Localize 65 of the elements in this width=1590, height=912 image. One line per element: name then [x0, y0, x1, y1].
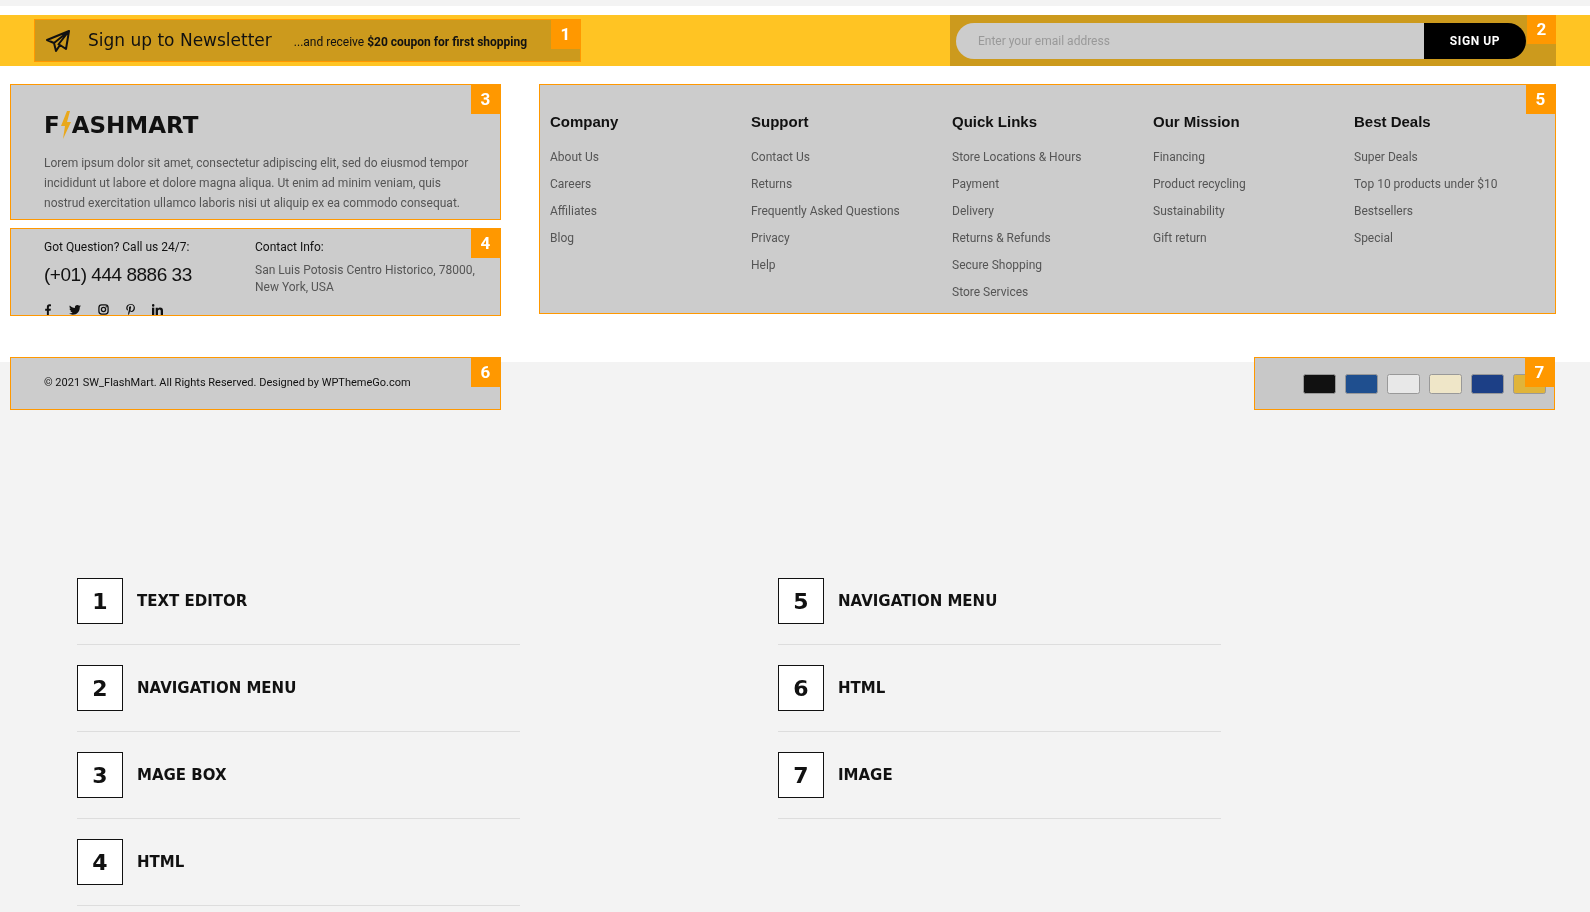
phone-number: (+01) 444 8886 33 — [44, 263, 193, 287]
legend-number-box: 7 — [778, 752, 824, 798]
linkedin-icon[interactable] — [152, 304, 163, 315]
widget-number-badge: 2 — [1527, 15, 1556, 44]
legend-number-box: 6 — [778, 665, 824, 711]
menu-link[interactable]: Affiliates — [550, 201, 597, 220]
sign-up-button[interactable]: SIGN UP — [1424, 22, 1526, 59]
contact-info-label: Contact Info: — [255, 239, 325, 256]
pinterest-icon[interactable] — [126, 303, 135, 315]
menu-heading: Support — [751, 112, 810, 132]
menu-link[interactable]: Payment — [952, 174, 1000, 193]
menu-link[interactable]: Privacy — [751, 228, 790, 247]
widget-number-badge: 5 — [1526, 85, 1555, 114]
menu-link[interactable]: Bestsellers — [1354, 201, 1413, 220]
menu-link[interactable]: Blog — [550, 228, 574, 247]
widget-number-badge: 4 — [471, 229, 500, 258]
copyright-text: © 2021 SW_FlashMart. All Rights Reserved. Designed by WPThemeGo.com — [44, 375, 411, 392]
menu-link[interactable]: Store Locations & Hours — [952, 147, 1082, 166]
widget-number-badge: 1 — [551, 20, 580, 49]
menu-heading: Our Mission — [1153, 112, 1241, 132]
menu-heading: Company — [550, 112, 620, 132]
paper-plane-icon — [45, 28, 71, 53]
legend-number-box: 2 — [77, 665, 123, 711]
menu-link[interactable]: Help — [751, 255, 776, 274]
bird-icon[interactable] — [69, 304, 81, 315]
newsletter-subtitle: ...and receive $20 coupon for first shopping — [293, 33, 528, 51]
menu-link[interactable]: Top 10 products under $10 — [1354, 174, 1498, 193]
legend-label: NAVIGATION MENU — [137, 677, 297, 699]
menu-link[interactable]: Product recycling — [1153, 174, 1246, 193]
menu-link[interactable]: Store Services — [952, 282, 1029, 301]
menu-link[interactable]: Secure Shopping — [952, 255, 1043, 274]
legend-number-box: 4 — [77, 839, 123, 885]
legend-number-box: 5 — [778, 578, 824, 624]
menu-link[interactable]: Contact Us — [751, 147, 810, 166]
menu-link[interactable]: Delivery — [952, 201, 995, 220]
menu-heading: Quick Links — [952, 112, 1039, 132]
legend-label: NAVIGATION MENU — [838, 590, 998, 612]
instagram-icon[interactable] — [98, 304, 109, 315]
menu-link[interactable]: Super Deals — [1354, 147, 1418, 166]
menu-link[interactable]: About Us — [550, 147, 599, 166]
menu-heading: Best Deals — [1354, 112, 1432, 132]
facebook-icon[interactable] — [44, 303, 52, 315]
flashmart-logo: F ASHMART — [44, 111, 200, 139]
menu-link[interactable]: Gift return — [1153, 228, 1207, 247]
legend-label: IMAGE — [838, 764, 893, 786]
menu-link[interactable]: Careers — [550, 174, 592, 193]
legend-label: HTML — [137, 851, 185, 873]
menu-link[interactable]: Frequently Asked Questions — [751, 201, 900, 220]
address-text: San Luis Potosis Centro Historico, 78000, New York, USA — [255, 262, 476, 296]
widget-number-badge: 6 — [471, 358, 500, 387]
menu-link[interactable]: Special — [1354, 228, 1393, 247]
legend-number-box: 3 — [77, 752, 123, 798]
legend-label: HTML — [838, 677, 886, 699]
menu-link[interactable]: Returns & Refunds — [952, 228, 1051, 247]
widget-number-badge: 3 — [471, 85, 500, 114]
menu-link[interactable]: Sustainability — [1153, 201, 1225, 220]
about-text: Lorem ipsum dolor sit amet, consectetur adipiscing elit, sed do eiusmod tempor incididunt ut labore et dolore magna aliqua. Ut enim ad minim veniam, quis nostrud exercitation ullamco laboris nisi ut aliquip ex ea commodo consequat. — [44, 155, 470, 212]
legend-label: MAGE BOX — [137, 764, 227, 786]
menu-link[interactable]: Financing — [1153, 147, 1205, 166]
question-text: Got Question? Call us 24/7: — [44, 239, 191, 256]
widget-number-badge: 7 — [1525, 358, 1554, 387]
legend-number-box: 1 — [77, 578, 123, 624]
legend-label: TEXT EDITOR — [137, 590, 248, 612]
menu-link[interactable]: Returns — [751, 174, 793, 193]
newsletter-title: Sign up to Newsletter — [88, 28, 272, 52]
